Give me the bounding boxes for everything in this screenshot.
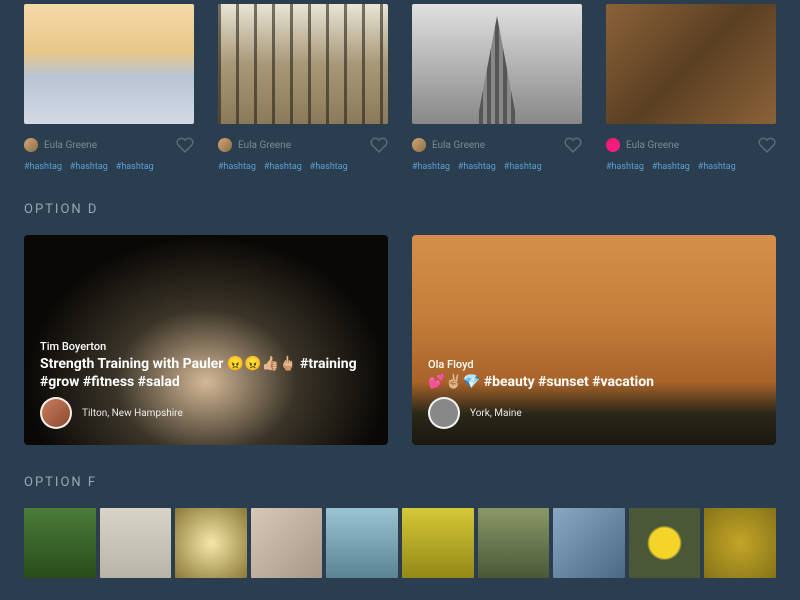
thumbnail[interactable] xyxy=(629,508,701,578)
author-name: Tim Boyerton xyxy=(40,340,372,353)
location: Tilton, New Hampshire xyxy=(82,408,183,419)
caption: Strength Training with Pauler 😠😠👍🏼🖕🏼 #tr… xyxy=(40,355,372,391)
avatar-icon xyxy=(40,397,72,429)
author[interactable]: Eula Greene xyxy=(218,138,291,152)
thumbnail[interactable] xyxy=(175,508,247,578)
thumbnail[interactable] xyxy=(326,508,398,578)
author[interactable]: Eula Greene xyxy=(606,138,679,152)
author-name: Eula Greene xyxy=(626,140,679,151)
thumbnail[interactable] xyxy=(251,508,323,578)
photo-thumbnail[interactable] xyxy=(24,4,194,124)
heart-icon[interactable] xyxy=(176,136,194,154)
author[interactable]: Eula Greene xyxy=(24,138,97,152)
feature-card[interactable]: Tim Boyerton Strength Training with Paul… xyxy=(24,235,388,445)
avatar-icon xyxy=(24,138,38,152)
avatar-icon xyxy=(412,138,426,152)
avatar-icon xyxy=(218,138,232,152)
photo-card[interactable]: Eula Greene #hashtag#hashtag#hashtag xyxy=(218,4,388,172)
author-name: Ola Floyd xyxy=(428,358,654,371)
card-row-small: Eula Greene #hashtag#hashtag#hashtag Eul… xyxy=(24,0,776,172)
caption: 💕✌🏼💎 #beauty #sunset #vacation xyxy=(428,373,654,391)
card-row-large: Tim Boyerton Strength Training with Paul… xyxy=(24,235,776,445)
section-title-f: OPTION F xyxy=(24,475,776,490)
photo-card[interactable]: Eula Greene #hashtag#hashtag#hashtag xyxy=(24,4,194,172)
heart-icon[interactable] xyxy=(758,136,776,154)
thumbnail[interactable] xyxy=(24,508,96,578)
photo-thumbnail[interactable] xyxy=(606,4,776,124)
author-name: Eula Greene xyxy=(238,140,291,151)
location: York, Maine xyxy=(470,408,522,419)
avatar-icon xyxy=(428,397,460,429)
hashtags[interactable]: #hashtag#hashtag#hashtag xyxy=(412,162,582,172)
hashtags[interactable]: #hashtag#hashtag#hashtag xyxy=(218,162,388,172)
photo-thumbnail[interactable] xyxy=(218,4,388,124)
thumbnail[interactable] xyxy=(402,508,474,578)
heart-icon[interactable] xyxy=(370,136,388,154)
feature-card[interactable]: Ola Floyd 💕✌🏼💎 #beauty #sunset #vacation… xyxy=(412,235,776,445)
photo-card[interactable]: Eula Greene #hashtag#hashtag#hashtag xyxy=(412,4,582,172)
thumbnail-strip xyxy=(24,508,776,578)
section-title-d: OPTION D xyxy=(24,202,776,217)
thumbnail[interactable] xyxy=(553,508,625,578)
thumbnail[interactable] xyxy=(478,508,550,578)
avatar-icon xyxy=(606,138,620,152)
thumbnail[interactable] xyxy=(704,508,776,578)
photo-card[interactable]: Eula Greene #hashtag#hashtag#hashtag xyxy=(606,4,776,172)
photo-thumbnail[interactable] xyxy=(412,4,582,124)
heart-icon[interactable] xyxy=(564,136,582,154)
author[interactable]: Eula Greene xyxy=(412,138,485,152)
hashtags[interactable]: #hashtag#hashtag#hashtag xyxy=(606,162,776,172)
hashtags[interactable]: #hashtag#hashtag#hashtag xyxy=(24,162,194,172)
thumbnail[interactable] xyxy=(100,508,172,578)
author-name: Eula Greene xyxy=(432,140,485,151)
author-name: Eula Greene xyxy=(44,140,97,151)
